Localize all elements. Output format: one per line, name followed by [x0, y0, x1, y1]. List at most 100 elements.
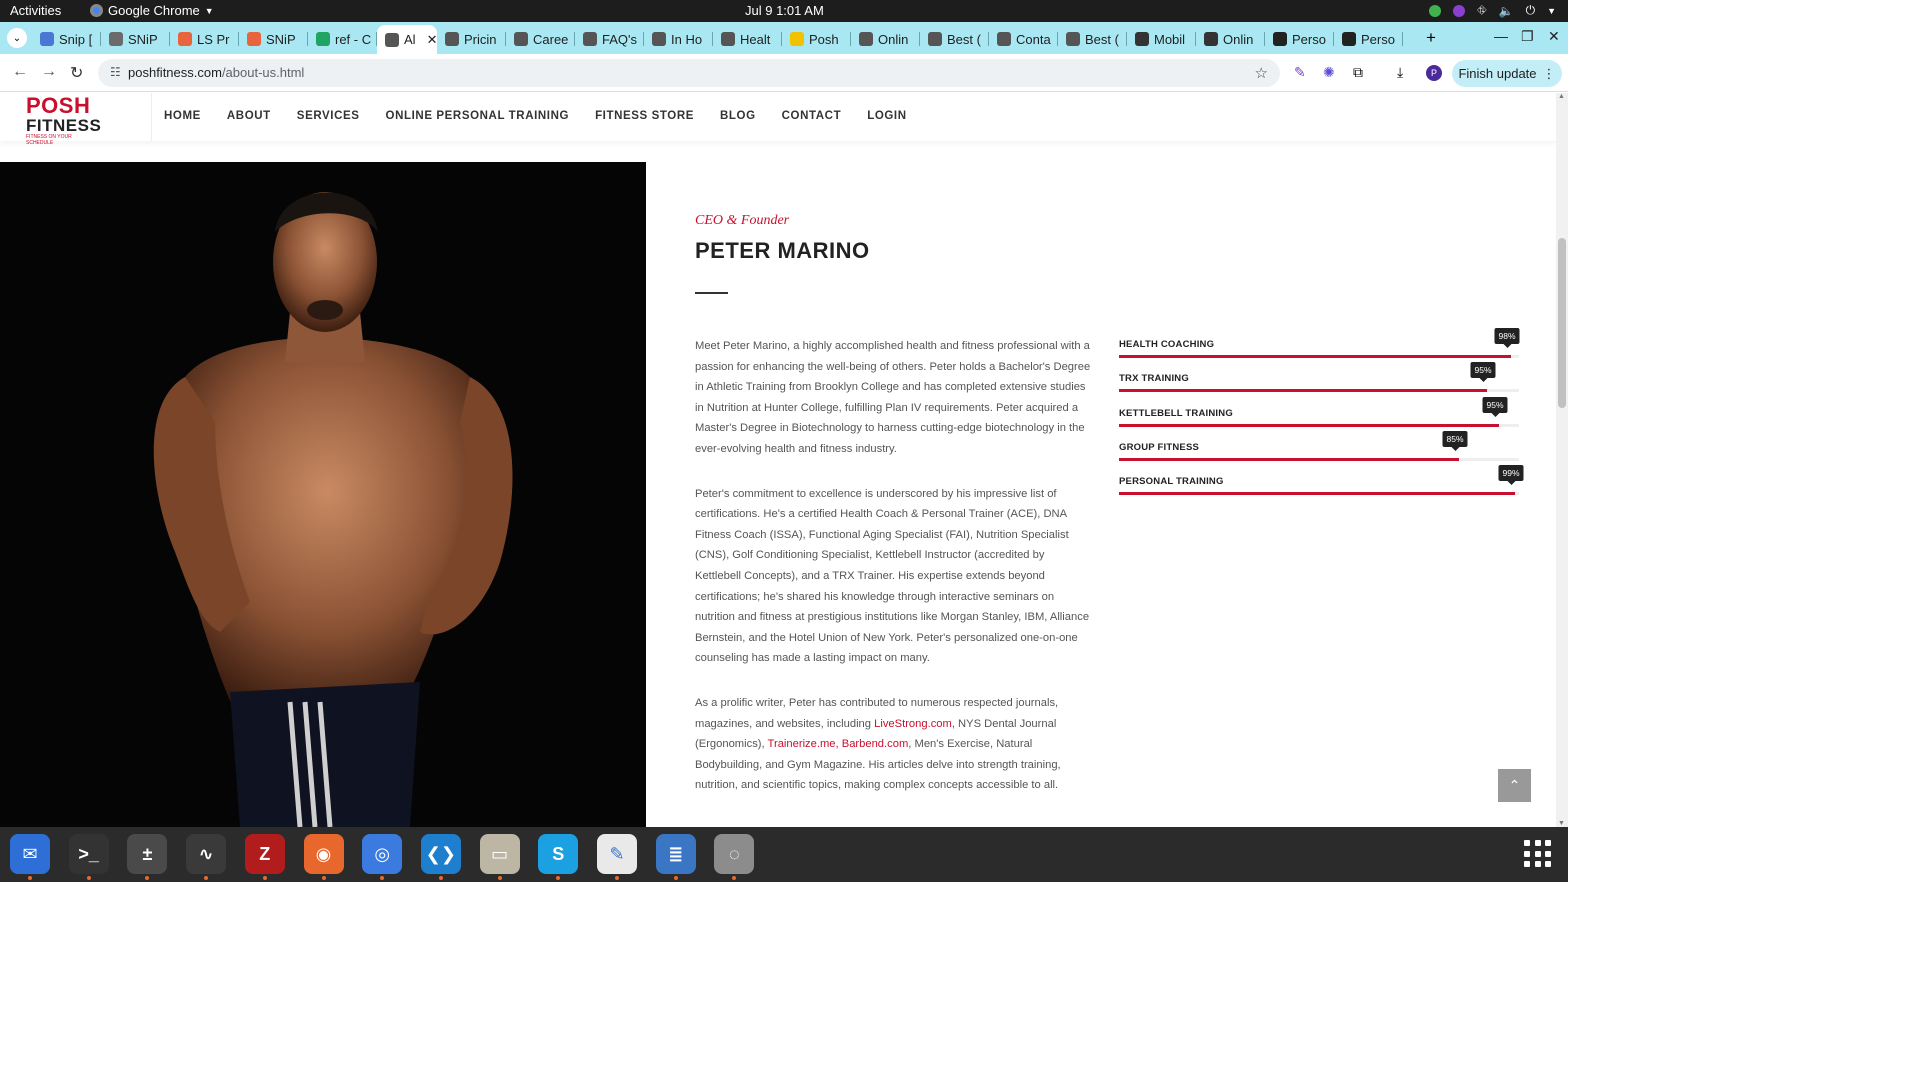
show-apps-icon[interactable] [1524, 840, 1552, 868]
nav-link-6[interactable]: CONTACT [782, 110, 842, 122]
skill-label: KETTLEBELL TRAINING [1119, 407, 1233, 419]
livestrong-link[interactable]: LiveStrong.com [874, 718, 952, 730]
back-icon[interactable]: ← [12, 63, 28, 81]
tab-5[interactable]: Al ✕ [377, 25, 437, 54]
tab-9[interactable]: In Ho [644, 26, 713, 52]
skype-icon[interactable]: S [538, 834, 579, 880]
address-bar[interactable]: ☷ poshfitness.com/about-us.html ☆ [98, 59, 1280, 87]
maximize-icon[interactable]: ❐ [1521, 28, 1534, 45]
terminal-icon[interactable]: >_ [68, 834, 109, 880]
posh-fitness-logo[interactable]: POSH FITNESS FITNESS ON YOUR SCHEDULE [26, 95, 101, 147]
calculator-icon[interactable]: ± [127, 834, 168, 880]
nav-link-7[interactable]: LOGIN [867, 110, 906, 122]
tab-4[interactable]: ref - C [308, 26, 377, 52]
running-indicator [204, 876, 209, 880]
gear-extension-icon[interactable]: ✺ [1323, 64, 1335, 81]
app-indicator-icon [1453, 4, 1466, 17]
nav-link-3[interactable]: ONLINE PERSONAL TRAINING [386, 110, 570, 122]
system-monitor-icon[interactable]: ∿ [186, 834, 227, 880]
skill-track [1119, 457, 1519, 461]
tab-8[interactable]: FAQ's [575, 26, 644, 52]
scroll-up-icon[interactable]: ▲ [1558, 93, 1565, 100]
tab-search-icon[interactable]: ⌄ [7, 28, 27, 48]
url-text[interactable]: poshfitness.com/about-us.html [128, 65, 304, 80]
close-window-icon[interactable]: ✕ [1548, 28, 1560, 45]
system-tray[interactable]: ⛗ 🔈 ⏻ ▼ [1429, 3, 1556, 18]
tab-label: FAQ's [602, 31, 637, 47]
skill-label: GROUP FITNESS [1119, 441, 1200, 453]
disks-icon[interactable]: ◌ [714, 834, 755, 880]
app-menu[interactable]: Google Chrome ▼ [90, 3, 214, 18]
tab-favicon-icon [1204, 32, 1218, 46]
nav-link-1[interactable]: ABOUT [227, 110, 271, 122]
tab-favicon-icon [178, 32, 192, 46]
tab-favicon-icon [928, 32, 942, 46]
tab-1[interactable]: SNiP [101, 26, 170, 52]
forward-icon[interactable]: → [41, 63, 57, 81]
tab-close-icon[interactable]: ✕ [427, 32, 437, 48]
filezilla-icon[interactable]: Z [244, 834, 285, 880]
nav-link-0[interactable]: HOME [164, 110, 201, 122]
trainerize-barbend-link[interactable]: Trainerize.me, Barbend.com [768, 738, 909, 750]
tab-label: ref - C [335, 31, 372, 47]
tab-12[interactable]: Onlin [851, 26, 920, 52]
browser-toolbar: ← → ↻ ☷ poshfitness.com/about-us.html ☆ … [0, 54, 1568, 92]
download-icon[interactable]: ⤓ [1397, 64, 1403, 81]
tab-label: Conta [1016, 31, 1051, 47]
running-indicator [321, 876, 326, 880]
page-scrollbar[interactable]: ▲ ▼ [1556, 93, 1568, 827]
tab-3[interactable]: SNiP [239, 26, 308, 52]
finish-update-button[interactable]: Finish update ⋮ [1452, 60, 1562, 87]
scrollbar-thumb[interactable] [1558, 238, 1566, 408]
bookmark-star-icon[interactable]: ☆ [1255, 64, 1268, 82]
tab-14[interactable]: Conta [989, 26, 1058, 52]
profile-avatar[interactable]: P [1426, 65, 1442, 81]
skill-fill [1119, 389, 1487, 393]
site-info-icon[interactable]: ☷ [110, 65, 121, 79]
files-icon[interactable]: ▭ [479, 834, 520, 880]
new-tab-button[interactable]: + [1426, 28, 1436, 48]
pen-extension-icon[interactable]: ✎ [1294, 64, 1306, 81]
skill-bar: PERSONAL TRAINING 99% [1119, 465, 1524, 510]
scroll-down-icon[interactable]: ▼ [1558, 820, 1565, 827]
skill-percent-tooltip: 95% [1470, 362, 1496, 383]
tab-17[interactable]: Onlin [1196, 26, 1265, 52]
firefox-icon[interactable]: ◉ [303, 834, 344, 880]
document-viewer-icon[interactable]: ≣ [655, 834, 696, 880]
tab-19[interactable]: Perso [1334, 26, 1403, 52]
tab-2[interactable]: LS Pr [170, 26, 239, 52]
nav-link-4[interactable]: FITNESS STORE [595, 110, 694, 122]
text-editor-icon[interactable]: ✎ [597, 834, 637, 880]
reload-icon[interactable]: ↻ [70, 63, 83, 83]
tab-15[interactable]: Best ( [1058, 26, 1127, 52]
nav-link-2[interactable]: SERVICES [297, 110, 360, 122]
extensions-puzzle-icon[interactable]: ⧉ [1353, 64, 1363, 81]
tab-0[interactable]: Snip [ [32, 26, 101, 52]
more-menu-icon: ⋮ [1542, 65, 1556, 81]
site-header: POSH FITNESS FITNESS ON YOUR SCHEDULE HO… [0, 93, 1556, 146]
tab-6[interactable]: Pricin [437, 26, 506, 52]
tab-16[interactable]: Mobil [1127, 26, 1196, 52]
back-to-top-button[interactable]: ⌃ [1498, 769, 1531, 802]
tab-favicon-icon [514, 32, 528, 46]
tab-11[interactable]: Posh [782, 26, 851, 52]
clock[interactable]: Jul 9 1:01 AM [745, 3, 824, 18]
activities-button[interactable]: Activities [10, 3, 61, 18]
skill-fill [1119, 355, 1511, 358]
tab-13[interactable]: Best ( [920, 26, 989, 52]
tab-favicon-icon [445, 32, 459, 46]
tab-18[interactable]: Perso [1265, 26, 1334, 52]
vscode-icon[interactable]: ❮❯ [420, 834, 461, 880]
page-viewport: POSH FITNESS FITNESS ON YOUR SCHEDULE HO… [0, 93, 1568, 827]
tab-10[interactable]: Healt [713, 26, 782, 52]
tab-favicon-icon [1066, 32, 1080, 46]
chevron-down-icon: ▼ [204, 5, 214, 16]
dock: ✉ >_ ± ∿ Z ◉ ◎ ❮❯ ▭ S ✎ ≣ ◌ [0, 827, 1568, 882]
chrome-icon[interactable]: ◎ [362, 834, 403, 880]
nav-link-5[interactable]: BLOG [720, 110, 756, 122]
thunderbird-icon[interactable]: ✉ [10, 834, 50, 880]
minimize-icon[interactable]: — [1494, 28, 1508, 44]
tab-7[interactable]: Caree [506, 26, 575, 52]
tab-label: In Ho [671, 31, 703, 47]
tab-favicon-icon [583, 32, 597, 46]
